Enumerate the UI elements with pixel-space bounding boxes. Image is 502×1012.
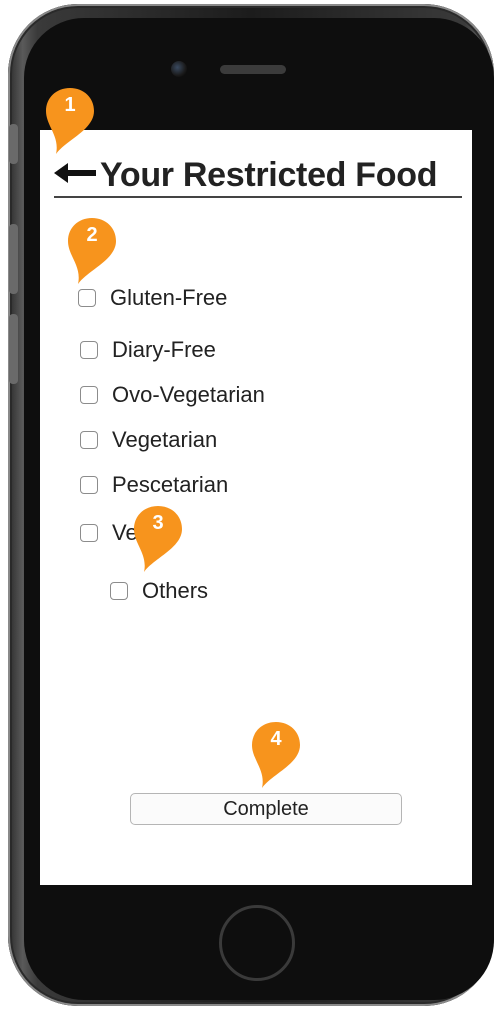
speaker-grille: [220, 65, 286, 74]
callout-marker-2: 2: [64, 216, 120, 286]
volume-up-button: [9, 224, 18, 294]
complete-button[interactable]: Complete: [130, 793, 402, 825]
option-others[interactable]: Others: [110, 578, 208, 604]
option-label: Others: [142, 578, 209, 603]
callout-number: 4: [270, 728, 282, 750]
home-button[interactable]: [219, 905, 295, 981]
diary-free-checkbox[interactable]: [80, 341, 98, 359]
page-title: Your Restricted Food: [100, 156, 438, 194]
option-label: Ovo-Vegetarian: [112, 382, 265, 407]
vegetarian-checkbox[interactable]: [80, 431, 98, 449]
volume-down-button: [9, 314, 18, 384]
callout-marker-1: 1: [42, 86, 98, 156]
callout-marker-3: 3: [130, 504, 186, 574]
back-arrow-icon[interactable]: [54, 158, 98, 188]
others-checkbox[interactable]: [110, 582, 128, 600]
option-label: Gluten-Free: [110, 285, 228, 310]
option-label: Pescetarian: [112, 472, 229, 497]
option-pescetarian[interactable]: Pescetarian: [80, 472, 228, 498]
callout-number: 3: [152, 512, 164, 534]
gluten-free-checkbox[interactable]: [78, 289, 96, 307]
mute-switch: [9, 124, 18, 164]
option-ovo-vegetarian[interactable]: Ovo-Vegetarian: [80, 382, 265, 408]
ovo-vegetarian-checkbox[interactable]: [80, 386, 98, 404]
option-gluten-free[interactable]: Gluten-Free: [78, 285, 227, 311]
front-camera-icon: [171, 61, 187, 77]
callout-marker-4: 4: [248, 720, 304, 790]
pescetarian-checkbox[interactable]: [80, 476, 98, 494]
option-label: Vegetarian: [112, 427, 218, 452]
option-label: Diary-Free: [112, 337, 216, 362]
option-vegetarian[interactable]: Vegetarian: [80, 427, 217, 453]
title-divider: [54, 196, 462, 198]
callout-number: 2: [86, 224, 98, 246]
vegan-checkbox[interactable]: [80, 524, 98, 542]
option-diary-free[interactable]: Diary-Free: [80, 337, 216, 363]
callout-number: 1: [64, 94, 76, 116]
